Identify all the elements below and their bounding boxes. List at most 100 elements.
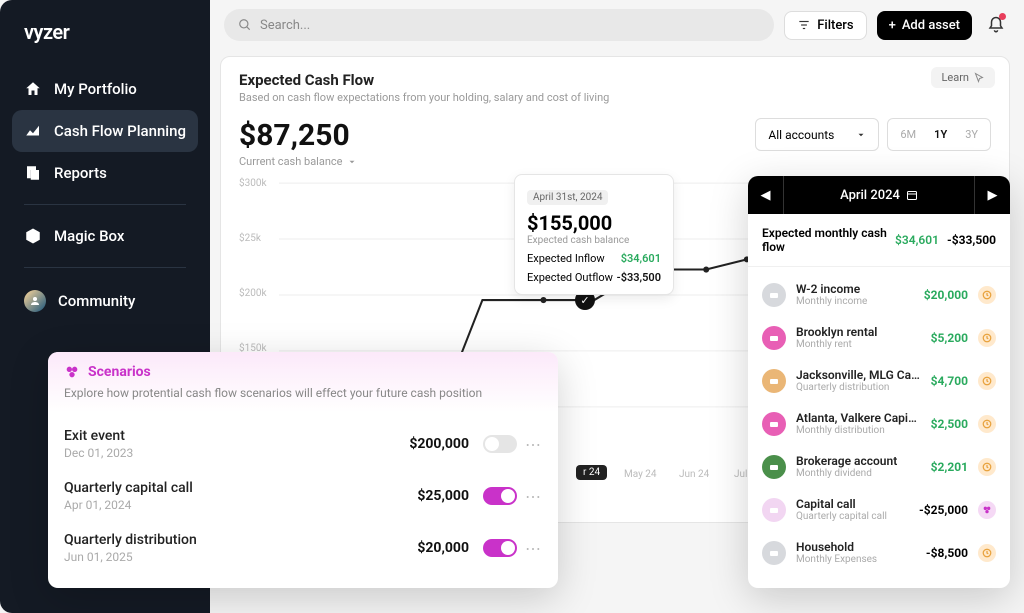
- item-desc: Monthly rent: [796, 339, 921, 350]
- item-amount: $2,201: [931, 460, 968, 474]
- scenario-name: Quarterly distribution: [64, 532, 197, 548]
- scenario-row: Quarterly distribution Jun 01, 2025 $20,00…: [64, 522, 542, 574]
- next-month-button[interactable]: ▶: [974, 176, 1010, 214]
- divider: [24, 204, 186, 205]
- sidebar-item-portfolio[interactable]: My Portfolio: [0, 68, 210, 110]
- y-tick: $25k: [239, 233, 261, 244]
- scenario-badge-icon: [978, 501, 996, 519]
- add-asset-button[interactable]: + Add asset: [877, 11, 972, 40]
- add-asset-label: Add asset: [902, 18, 960, 33]
- prev-month-button[interactable]: ◀: [748, 176, 784, 214]
- logo: vyzer: [0, 20, 210, 68]
- cashflow-item[interactable]: Capital callQuarterly capital call -$25,0…: [762, 488, 996, 531]
- item-name: Capital call: [796, 497, 909, 511]
- cashflow-item[interactable]: Brooklyn rentalMonthly rent$5,200: [762, 316, 996, 359]
- learn-button[interactable]: Learn: [931, 67, 995, 88]
- sidebar-item-label: My Portfolio: [54, 80, 137, 98]
- sidebar-item-label: Magic Box: [54, 227, 124, 245]
- divider: [24, 267, 186, 268]
- selected-month-pill: r 24: [576, 465, 607, 480]
- cashflow-item[interactable]: Atlanta, Valkere CapitalMonthly distribu…: [762, 402, 996, 445]
- x-tick: Jun 24: [679, 469, 709, 480]
- tooltip-date: April 31st, 2024: [527, 190, 608, 205]
- scenario-date: Jun 01, 2025: [64, 550, 197, 564]
- summary-outflow: -$33,500: [947, 233, 996, 247]
- sidebar-item-community[interactable]: Community: [0, 278, 210, 324]
- cursor-icon: [973, 72, 985, 84]
- item-icon: [762, 541, 786, 565]
- item-icon: [762, 412, 786, 436]
- period-selector: 6M 1Y 3Y: [887, 118, 991, 151]
- notifications-button[interactable]: [982, 11, 1010, 39]
- sidebar-item-magicbox[interactable]: Magic Box: [0, 215, 210, 257]
- search-placeholder: Search...: [260, 18, 310, 33]
- tooltip-inflow-label: Expected Inflow: [527, 252, 605, 265]
- y-tick: $300k: [239, 178, 267, 189]
- scenario-date: Apr 01, 2024: [64, 498, 193, 512]
- scenario-amount: $200,000: [409, 436, 469, 452]
- cube-icon: [24, 227, 42, 245]
- scenario-row: Quarterly capital call Apr 01, 2024 $25,00…: [64, 470, 542, 522]
- scenario-name: Quarterly capital call: [64, 480, 193, 496]
- scenario-amount: $25,000: [417, 488, 469, 504]
- cashflow-item[interactable]: Brokerage accountMonthly dividend $2,201: [762, 445, 996, 488]
- x-tick: May 24: [624, 469, 657, 480]
- item-amount: $5,200: [931, 331, 968, 345]
- item-desc: Monthly Expenses: [796, 554, 916, 565]
- item-icon: [762, 326, 786, 350]
- item-desc: Monthly dividend: [796, 468, 921, 479]
- tooltip-amount: $155,000: [527, 211, 661, 235]
- accounts-dropdown[interactable]: All accounts: [755, 118, 879, 151]
- scenario-toggle[interactable]: [483, 539, 517, 557]
- sidebar-item-cashflow[interactable]: Cash Flow Planning: [12, 110, 198, 152]
- cashflow-item[interactable]: W-2 incomeMonthly income$20,000: [762, 273, 996, 316]
- item-desc: Monthly distribution: [796, 425, 921, 436]
- sidebar-item-label: Community: [58, 292, 135, 310]
- scenario-menu-button[interactable]: ⋯: [525, 487, 542, 506]
- scenario-amount: $20,000: [417, 540, 469, 556]
- scenario-menu-button[interactable]: ⋯: [525, 539, 542, 558]
- item-name: W-2 income: [796, 282, 914, 296]
- period-6m[interactable]: 6M: [892, 126, 924, 143]
- item-name: Atlanta, Valkere Capital: [796, 411, 921, 425]
- card-subtitle: Based on cash flow expectations from you…: [239, 91, 991, 104]
- item-name: Jacksonville, MLG Capital: [796, 368, 921, 382]
- month-label: April 2024: [784, 188, 974, 203]
- calendar-icon: [906, 189, 918, 201]
- item-icon: [762, 455, 786, 479]
- scenarios-panel: Scenarios Explore how protential cash fl…: [48, 352, 558, 588]
- chart-tooltip: April 31st, 2024 $155,000 Expected cash …: [514, 174, 674, 295]
- balance-label[interactable]: Current cash balance: [239, 155, 357, 168]
- item-desc: Monthly income: [796, 296, 914, 307]
- search-input[interactable]: Search...: [224, 9, 774, 41]
- item-name: Household: [796, 540, 916, 554]
- chart-area-icon: [24, 122, 42, 140]
- scenario-menu-button[interactable]: ⋯: [525, 435, 542, 454]
- learn-label: Learn: [941, 71, 969, 84]
- period-1y[interactable]: 1Y: [926, 126, 955, 143]
- scenario-toggle[interactable]: [483, 435, 517, 453]
- clock-icon: [978, 329, 996, 347]
- cashflow-item[interactable]: Jacksonville, MLG CapitalQuarterly distr…: [762, 359, 996, 402]
- sidebar-item-label: Cash Flow Planning: [54, 122, 186, 140]
- accounts-label: All accounts: [768, 128, 834, 142]
- community-icon: [24, 290, 46, 312]
- item-name: Brokerage account: [796, 454, 921, 468]
- caret-down-icon: [856, 130, 866, 140]
- sidebar-item-reports[interactable]: Reports: [0, 152, 210, 194]
- tooltip-outflow-label: Expected Outflow: [527, 271, 613, 284]
- summary-label: Expected monthly cash flow: [762, 226, 887, 254]
- item-icon: [762, 369, 786, 393]
- scenario-name: Exit event: [64, 428, 133, 444]
- period-3y[interactable]: 3Y: [957, 126, 986, 143]
- current-balance: $87,250: [239, 118, 357, 153]
- cashflow-item[interactable]: HouseholdMonthly Expenses-$8,500: [762, 531, 996, 574]
- item-amount: $2,500: [931, 417, 968, 431]
- search-icon: [238, 18, 252, 32]
- reports-icon: [24, 164, 42, 182]
- item-amount: -$25,000: [919, 503, 968, 517]
- scenario-toggle[interactable]: [483, 487, 517, 505]
- home-icon: [24, 80, 42, 98]
- filters-button[interactable]: Filters: [784, 11, 866, 40]
- item-desc: Quarterly capital call: [796, 511, 909, 522]
